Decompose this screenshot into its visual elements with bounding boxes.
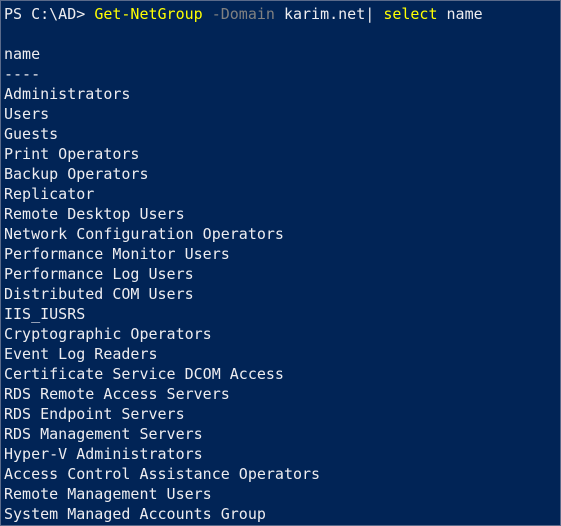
output-row: System Managed Accounts Group [4,505,266,523]
powershell-terminal[interactable]: PS C:\AD> Get-NetGroup -Domain karim.net… [0,0,561,526]
output-row: Remote Desktop Users [4,205,185,223]
output-row: RDS Remote Access Servers [4,385,230,403]
output-row: Certificate Service DCOM Access [4,365,284,383]
output-row: Hyper-V Administrators [4,445,203,463]
output-row: Access Control Assistance Operators [4,465,321,483]
prompt: PS C:\AD> [4,5,95,23]
output-rows: Administrators Users Guests Print Operat… [4,84,560,524]
pipe-operator: | [365,5,384,23]
output-row: Users [4,105,50,123]
output-row: Network Configuration Operators [4,225,284,243]
output-row: Remote Management Users [4,485,212,503]
output-row: IIS_IUSRS [4,305,86,323]
output-row: Performance Monitor Users [4,245,230,263]
output-row: Guests [4,125,59,143]
cmdlet-get-netgroup: Get-NetGroup [94,5,203,23]
output-row: Performance Log Users [4,265,194,283]
output-row: Backup Operators [4,165,149,183]
output-row: RDS Management Servers [4,425,203,443]
output-header-underline: ---- [4,65,41,83]
output-row: Print Operators [4,145,140,163]
output-row: Cryptographic Operators [4,325,212,343]
cmdlet-select: select [383,5,438,23]
parameter-domain: -Domain [202,5,284,23]
output-row: Distributed COM Users [4,285,194,303]
argument-select-property: name [437,5,483,23]
output-row: Replicator [4,185,95,203]
command-line: PS C:\AD> Get-NetGroup -Domain karim.net… [4,4,560,24]
output-row: Event Log Readers [4,345,158,363]
output-row: RDS Endpoint Servers [4,405,185,423]
argument-domain-value: karim.net [283,5,366,23]
output-header: name [4,45,41,63]
output-row: Administrators [4,85,131,103]
